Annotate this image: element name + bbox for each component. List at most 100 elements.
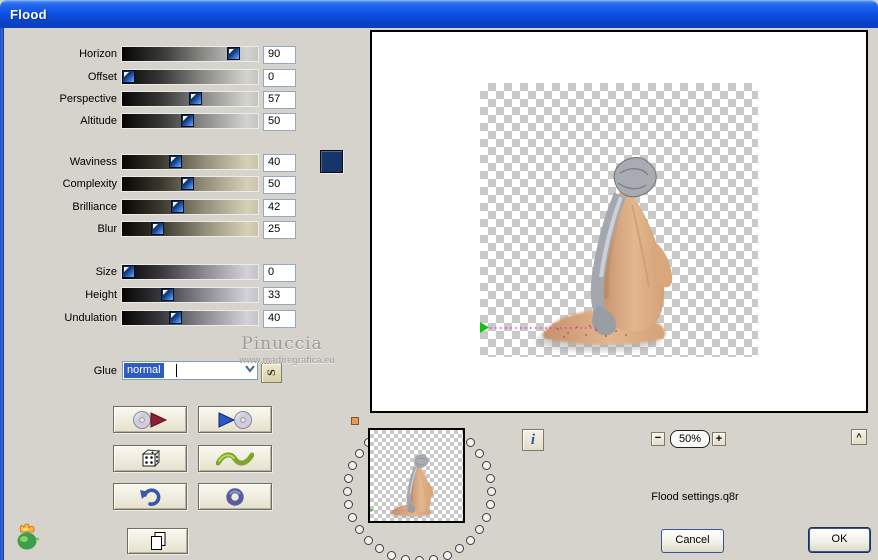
memory-dot[interactable] xyxy=(387,551,396,560)
memory-dot[interactable] xyxy=(355,525,364,534)
save-settings-button[interactable] xyxy=(198,406,272,433)
thumbnail-preview[interactable] xyxy=(368,428,465,523)
water-color-swatch[interactable] xyxy=(320,150,343,173)
copy-pages-icon xyxy=(150,532,165,550)
slider-label-offset: Offset xyxy=(87,71,117,83)
slider-value-altitude[interactable]: 50 xyxy=(263,113,296,131)
slider-value-undulation[interactable]: 40 xyxy=(263,310,296,328)
cd-disc-red-play-icon xyxy=(133,410,168,429)
slider-label-brilliance: Brilliance xyxy=(72,201,117,213)
slider-value-perspective[interactable]: 57 xyxy=(263,91,296,109)
slider-thumb-horizon[interactable] xyxy=(227,47,240,60)
slider-track-complexity[interactable] xyxy=(122,177,258,191)
memory-dot[interactable] xyxy=(344,500,353,509)
undo-arrow-icon xyxy=(140,487,161,506)
slider-thumb-waviness[interactable] xyxy=(169,155,182,168)
info-icon: i xyxy=(530,432,536,448)
slider-thumb-altitude[interactable] xyxy=(181,114,194,127)
slider-track-blur[interactable] xyxy=(122,222,258,236)
slider-value-horizon[interactable]: 90 xyxy=(263,46,296,64)
memory-dot[interactable] xyxy=(348,513,357,522)
slider-thumb-undulation[interactable] xyxy=(169,311,182,324)
memory-dot[interactable] xyxy=(443,551,452,560)
green-wave-icon xyxy=(216,451,254,466)
slider-track-undulation[interactable] xyxy=(122,311,258,325)
memory-dot[interactable] xyxy=(344,474,353,483)
slider-track-offset[interactable] xyxy=(122,70,258,84)
ring-button[interactable] xyxy=(198,483,272,510)
memory-dot[interactable] xyxy=(415,556,424,560)
flaming-pear-logo xyxy=(17,523,40,550)
slider-label-complexity: Complexity xyxy=(62,178,117,190)
watermark-name: Pinuccia xyxy=(241,334,323,354)
collapse-button[interactable]: ^ xyxy=(851,429,867,445)
memory-dot[interactable] xyxy=(375,544,384,553)
memory-dot[interactable] xyxy=(429,555,438,560)
zoom-level[interactable]: 50% xyxy=(670,430,710,448)
zoom-in-button[interactable]: + xyxy=(712,432,726,446)
memory-dot[interactable] xyxy=(486,500,495,509)
settings-s-button[interactable]: S xyxy=(261,363,282,383)
load-settings-button[interactable] xyxy=(113,406,187,433)
info-button[interactable]: i xyxy=(522,429,544,451)
slider-value-waviness[interactable]: 40 xyxy=(263,154,296,172)
window-title: Flood xyxy=(10,7,47,22)
slider-value-complexity[interactable]: 50 xyxy=(263,176,296,194)
slider-thumb-brilliance[interactable] xyxy=(171,200,184,213)
memory-dot[interactable] xyxy=(475,449,484,458)
slider-track-brilliance[interactable] xyxy=(122,200,258,214)
slider-label-waviness: Waviness xyxy=(69,156,117,168)
settings-filename: Flood settings.q8r xyxy=(651,491,739,503)
memory-dot[interactable] xyxy=(355,449,364,458)
wave-button[interactable] xyxy=(198,445,272,472)
slider-track-altitude[interactable] xyxy=(122,114,258,128)
slider-value-brilliance[interactable]: 42 xyxy=(263,199,296,217)
slider-value-height[interactable]: 33 xyxy=(263,287,296,305)
glue-selected-value: normal xyxy=(124,363,164,378)
memory-dot[interactable] xyxy=(475,525,484,534)
preview-image-figure xyxy=(480,157,673,351)
blue-play-cd-disc-icon xyxy=(218,410,252,429)
slider-thumb-complexity[interactable] xyxy=(181,177,194,190)
text-caret xyxy=(176,364,177,377)
memory-dot[interactable] xyxy=(364,536,373,545)
memory-dot[interactable] xyxy=(487,487,496,496)
memory-dot[interactable] xyxy=(466,536,475,545)
memory-dot[interactable] xyxy=(348,461,357,470)
memory-dot[interactable] xyxy=(343,487,352,496)
slider-value-blur[interactable]: 25 xyxy=(263,221,296,239)
memory-dot[interactable] xyxy=(455,544,464,553)
slider-value-size[interactable]: 0 xyxy=(263,264,296,282)
slider-label-blur: Blur xyxy=(97,223,117,235)
slider-track-waviness[interactable] xyxy=(122,155,258,169)
slider-track-perspective[interactable] xyxy=(122,92,258,106)
memory-dot[interactable] xyxy=(482,513,491,522)
slider-thumb-blur[interactable] xyxy=(151,222,164,235)
cancel-button[interactable]: Cancel xyxy=(661,529,724,553)
blue-ring-icon xyxy=(226,487,244,506)
slider-thumb-offset[interactable] xyxy=(122,70,135,83)
slider-track-size[interactable] xyxy=(122,265,258,279)
slider-label-perspective: Perspective xyxy=(59,93,117,105)
title-bar[interactable]: Flood xyxy=(0,0,878,28)
memory-dot[interactable] xyxy=(486,474,495,483)
preview-panel[interactable] xyxy=(370,30,868,413)
slider-thumb-perspective[interactable] xyxy=(189,92,202,105)
memory-dot[interactable] xyxy=(401,555,410,560)
memory-dot[interactable] xyxy=(482,461,491,470)
orange-handle[interactable] xyxy=(351,417,359,425)
copy-settings-button[interactable] xyxy=(127,528,188,554)
slider-label-horizon: Horizon xyxy=(79,48,117,60)
watermark-url: www.madiregrafica.eu xyxy=(239,355,335,365)
chevron-down-icon[interactable] xyxy=(245,365,255,377)
slider-track-height[interactable] xyxy=(122,288,258,302)
slider-thumb-size[interactable] xyxy=(122,265,135,278)
memory-dot[interactable] xyxy=(466,438,475,447)
undo-button[interactable] xyxy=(113,483,187,510)
slider-thumb-height[interactable] xyxy=(161,288,174,301)
slider-track-horizon[interactable] xyxy=(122,47,258,61)
zoom-out-button[interactable]: − xyxy=(651,432,665,446)
slider-value-offset[interactable]: 0 xyxy=(263,69,296,87)
randomize-button[interactable] xyxy=(113,445,187,472)
ok-button[interactable]: OK xyxy=(809,528,870,552)
